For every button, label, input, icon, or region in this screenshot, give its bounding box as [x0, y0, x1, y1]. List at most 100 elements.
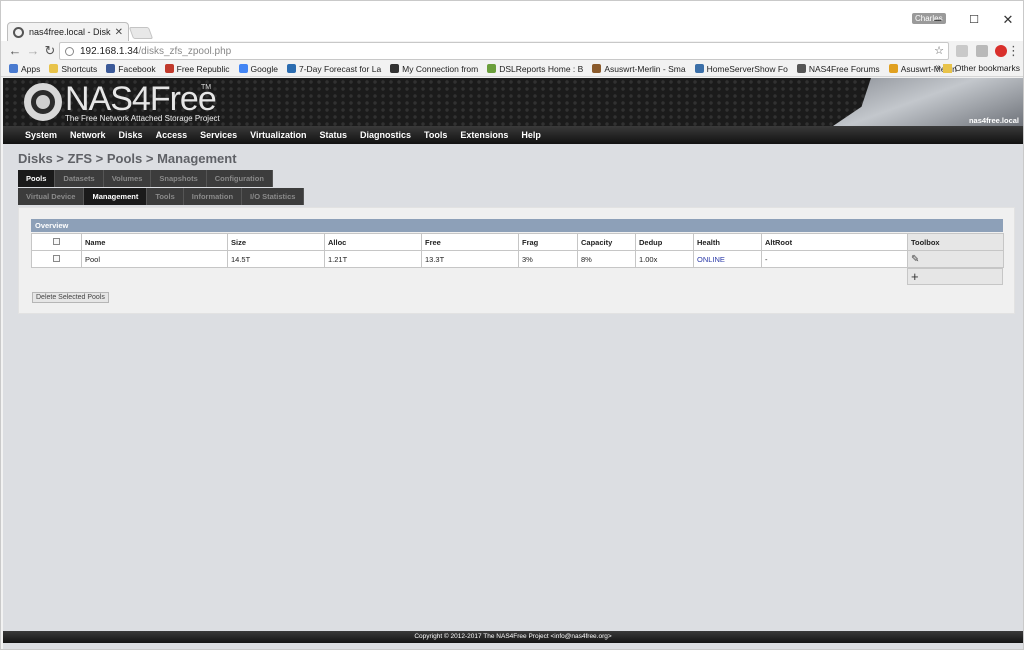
- bookmark-label: NAS4Free Forums: [808, 63, 880, 74]
- nas4free-page: NAS4Free TM The Free Network Attached St…: [3, 78, 1023, 649]
- page-footer: Copyright © 2012-2017 The NAS4Free Proje…: [3, 631, 1023, 643]
- close-window-icon[interactable]: ✕: [993, 11, 1023, 29]
- bookmark-label: Apps: [21, 63, 41, 74]
- row-checkbox[interactable]: [53, 254, 60, 262]
- browser-tab[interactable]: nas4free.local - Disks > Z ✕: [7, 22, 129, 41]
- bookmark-label: HomeServerShow Fo: [706, 63, 788, 74]
- tab-volumes[interactable]: Volumes: [103, 170, 152, 187]
- tab-datasets[interactable]: Datasets: [55, 170, 104, 187]
- bookmark-item[interactable]: Shortcuts: [49, 64, 97, 74]
- more-bookmarks-icon[interactable]: »: [935, 62, 941, 73]
- tabs-secondary: Virtual Device Management Tools Information…: [18, 188, 305, 205]
- pools-table: Name Size Alloc Free Frag Capacity Dedup…: [31, 233, 1004, 268]
- tab-configuration[interactable]: Configuration: [206, 170, 273, 187]
- logo-trademark: TM: [201, 84, 212, 91]
- row-select-cell[interactable]: [31, 250, 82, 268]
- menu-item-virtualization[interactable]: Virtualization: [250, 130, 306, 140]
- menu-item-services[interactable]: Services: [200, 130, 237, 140]
- bookmark-star-icon[interactable]: ☆: [934, 44, 944, 57]
- bookmark-item[interactable]: Google: [238, 63, 278, 74]
- url-host: 192.168.1.34: [80, 45, 139, 57]
- table-row: Pool 14.5T 1.21T 13.3T 3% 8% 1.00x ONLIN…: [31, 250, 1004, 268]
- column-header: Toolbox: [907, 233, 1004, 251]
- bookmark-item[interactable]: Facebook: [106, 63, 156, 74]
- maximize-icon[interactable]: ☐: [959, 11, 989, 29]
- address-bar[interactable]: 192.168.1.34/disks_zfs_zpool.php ☆: [59, 42, 949, 60]
- bookmarks-bar: Apps Shortcuts Facebook Free Republic Google…: [1, 61, 1023, 77]
- tab-i-o-statistics[interactable]: I/O Statistics: [242, 188, 305, 205]
- bookmark-favicon-icon: [796, 64, 806, 73]
- menu-item-network[interactable]: Network: [70, 130, 106, 140]
- bookmark-label: 7-Day Forecast for La: [298, 63, 382, 74]
- menu-item-status[interactable]: Status: [320, 130, 348, 140]
- extension-icon[interactable]: [976, 45, 988, 57]
- bookmark-label: My Connection from: [402, 63, 479, 74]
- add-plus-icon[interactable]: +: [911, 269, 919, 284]
- bookmark-label: Free Republic: [176, 63, 230, 74]
- pool-alloc: 1.21T: [324, 250, 422, 268]
- bookmark-label: DSLReports Home : B: [499, 63, 584, 74]
- toolbox-cell: ✎: [907, 250, 1004, 268]
- delete-selected-pools-button[interactable]: Delete Selected Pools: [32, 292, 109, 303]
- url-path: /disks_zfs_zpool.php: [138, 45, 232, 57]
- pool-frag: 3%: [518, 250, 578, 268]
- reload-icon[interactable]: ↻: [42, 43, 58, 59]
- menu-item-access[interactable]: Access: [156, 130, 188, 140]
- edit-wrench-icon[interactable]: ✎: [911, 254, 919, 265]
- menu-item-tools[interactable]: Tools: [424, 130, 447, 140]
- pool-capacity: 8%: [577, 250, 636, 268]
- bookmark-label: Google: [250, 63, 278, 74]
- forward-arrow-icon[interactable]: →: [25, 43, 41, 59]
- bookmark-item[interactable]: NAS4Free Forums: [796, 63, 880, 74]
- bookmark-favicon-icon: [164, 64, 174, 73]
- info-icon[interactable]: [65, 46, 74, 56]
- select-all-header[interactable]: [31, 233, 82, 251]
- bookmark-favicon-icon: [888, 64, 898, 73]
- tab-pools[interactable]: Pools: [18, 170, 56, 187]
- column-header: Size: [227, 233, 325, 251]
- bookmark-label: Shortcuts: [61, 63, 98, 74]
- tab-tools[interactable]: Tools: [147, 188, 184, 205]
- column-header: Name: [81, 233, 228, 251]
- pool-altroot: -: [761, 250, 908, 268]
- tab-close-icon[interactable]: ✕: [115, 27, 123, 38]
- bookmark-item[interactable]: Asuswrt-Merlin - Sma: [592, 64, 686, 74]
- browser-titlebar: nas4free.local - Disks > Z ✕ Charles – ☐…: [1, 1, 1023, 41]
- menu-item-extensions[interactable]: Extensions: [460, 130, 508, 140]
- tab-title: nas4free.local - Disks > Z: [29, 27, 111, 37]
- menu-item-system[interactable]: System: [25, 130, 57, 140]
- tab-virtual-device[interactable]: Virtual Device: [18, 188, 85, 205]
- tab-management[interactable]: Management: [84, 188, 148, 205]
- extension-icon[interactable]: [956, 45, 968, 57]
- bookmark-item[interactable]: Free Republic: [164, 63, 230, 74]
- bookmark-favicon-icon: [106, 64, 116, 73]
- other-bookmarks-label: Other bookmarks: [954, 63, 1020, 73]
- new-tab-button[interactable]: [128, 27, 154, 39]
- select-all-checkbox[interactable]: [53, 237, 60, 245]
- column-header: Free: [421, 233, 519, 251]
- browser-navbar: ← → ↻ 192.168.1.34/disks_zfs_zpool.php ☆…: [1, 41, 1023, 61]
- column-header: AltRoot: [761, 233, 908, 251]
- pool-health: ONLINE: [693, 250, 762, 268]
- column-header: Dedup: [635, 233, 694, 251]
- bookmark-item[interactable]: My Connection from: [390, 64, 478, 74]
- bookmark-item[interactable]: 7-Day Forecast for La: [286, 63, 382, 74]
- other-bookmarks[interactable]: Other bookmarks: [942, 63, 1020, 73]
- bookmark-item[interactable]: HomeServerShow Fo: [694, 63, 788, 74]
- tabs-primary: Pools Datasets Volumes Snapshots Configurati…: [18, 170, 273, 187]
- table-header-row: Name Size Alloc Free Frag Capacity Dedup…: [31, 233, 1004, 251]
- menu-item-help[interactable]: Help: [521, 130, 541, 140]
- menu-dots-icon[interactable]: ⋮: [1007, 43, 1020, 59]
- bookmark-label: Facebook: [118, 63, 156, 74]
- bookmark-item[interactable]: DSLReports Home : B: [487, 64, 583, 74]
- overview-header: Overview: [31, 219, 1003, 232]
- bookmark-favicon-icon: [49, 64, 59, 73]
- adblock-icon[interactable]: [995, 45, 1007, 57]
- menu-item-disks[interactable]: Disks: [119, 130, 143, 140]
- tab-information[interactable]: Information: [183, 188, 243, 205]
- back-arrow-icon[interactable]: ←: [7, 43, 23, 59]
- menu-item-diagnostics[interactable]: Diagnostics: [360, 130, 411, 140]
- bookmark-item[interactable]: Apps: [9, 64, 40, 74]
- tab-snapshots[interactable]: Snapshots: [151, 170, 207, 187]
- minimize-icon[interactable]: –: [923, 11, 953, 29]
